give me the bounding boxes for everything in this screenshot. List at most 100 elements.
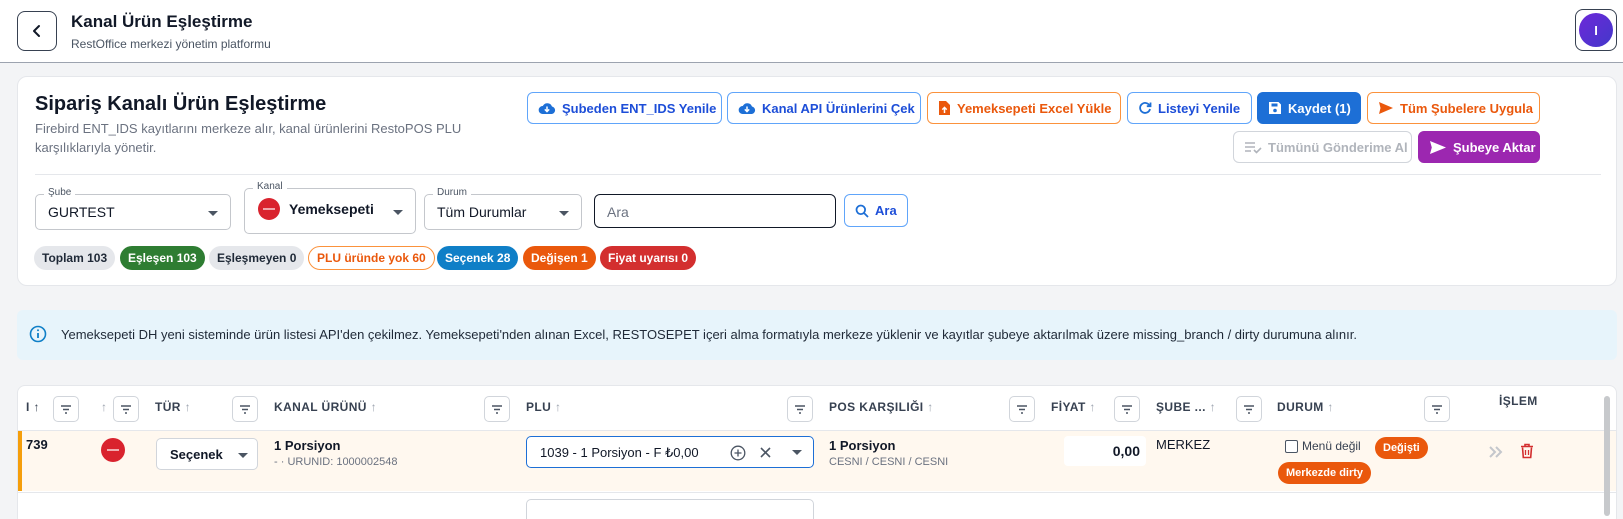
refresh-list-label: Listeyi Yenile <box>1158 100 1241 116</box>
type-select[interactable]: Seçenek <box>156 438 258 470</box>
fetch-api-products-button[interactable]: Kanal API Ürünlerini Çek <box>727 92 921 124</box>
chevron-down-icon <box>559 211 569 216</box>
mapping-card: Sipariş Kanalı Ürün Eşleştirme Firebird … <box>17 76 1617 286</box>
filter-icon <box>240 404 250 414</box>
info-icon <box>29 325 47 343</box>
col-header-type[interactable]: TÜR ↑ <box>155 400 191 414</box>
status-badge-changed: Değişti <box>1375 437 1428 459</box>
col-header-channel-product-label: KANAL ÜRÜNÜ <box>274 400 367 414</box>
filter-icon <box>492 404 502 414</box>
trash-icon[interactable] <box>1520 443 1534 459</box>
cloud-download-icon <box>738 103 756 114</box>
transfer-to-branch-button[interactable]: Şubeye Aktar <box>1418 131 1540 163</box>
channel-select-label: Kanal <box>253 181 287 192</box>
add-circle-icon[interactable] <box>730 445 746 461</box>
refresh-ent-ids-button[interactable]: Şubeden ENT_IDS Yenile <box>527 92 722 124</box>
filter-channel-product-button[interactable] <box>484 396 510 422</box>
apply-all-branches-label: Tüm Şubelere Uygula <box>1400 100 1533 116</box>
col-header-channel-product[interactable]: KANAL ÜRÜNÜ ↑ <box>274 400 377 414</box>
filter-price-button[interactable] <box>1114 396 1140 422</box>
chip-option[interactable]: Seçenek 28 <box>437 246 519 270</box>
app-title: Kanal Ürün Eşleştirme <box>71 12 253 31</box>
double-chevron-right-icon[interactable] <box>1488 445 1504 459</box>
price-input[interactable]: 0,00 <box>1064 436 1146 466</box>
menu-flag-checkbox[interactable]: Menü değil <box>1285 439 1361 453</box>
pos-match-name: 1 Porsiyon <box>829 438 896 453</box>
chip-matched[interactable]: Eşleşen 103 <box>120 246 205 270</box>
filter-pos-match-button[interactable] <box>1009 396 1035 422</box>
info-banner: Yemeksepeti DH yeni sisteminde ürün list… <box>17 310 1617 360</box>
filter-icon <box>1244 404 1254 414</box>
filter-logo-button[interactable] <box>113 396 139 422</box>
clear-icon[interactable] <box>759 446 772 459</box>
send-icon <box>1379 102 1393 114</box>
file-upload-icon <box>939 101 950 115</box>
table-row[interactable]: 739 Seçenek 1 Porsiyon - · URUNID: 10000… <box>18 431 1616 491</box>
col-header-plu-label: PLU <box>526 400 552 414</box>
channel-select[interactable]: Kanal Yemeksepeti <box>244 181 416 234</box>
chip-total[interactable]: Toplam 103 <box>34 246 116 270</box>
save-button[interactable]: Kaydet (1) <box>1257 92 1361 124</box>
chevron-down-icon[interactable] <box>792 450 802 455</box>
col-header-price-label: FİYAT <box>1051 400 1086 414</box>
search-button[interactable]: Ara <box>844 194 908 227</box>
col-header-logo[interactable]: ↑ <box>101 400 107 414</box>
chevron-down-icon <box>238 453 248 458</box>
card-divider <box>35 174 1601 175</box>
search-input[interactable]: Ara <box>594 194 836 228</box>
refresh-icon <box>1139 102 1152 114</box>
checkbox-icon <box>1285 439 1298 453</box>
filter-icon <box>795 404 805 414</box>
info-text: Yemeksepeti DH yeni sisteminde ürün list… <box>61 327 1357 342</box>
filter-icon <box>1017 404 1027 414</box>
branch-select[interactable]: Şube GURTEST <box>35 187 231 230</box>
yemeksepeti-logo-icon <box>101 438 125 462</box>
status-badge-dirty: Merkezde dirty <box>1278 462 1372 484</box>
plu-input-value: 1039 - 1 Porsiyon - F ₺0,00 <box>540 445 699 460</box>
back-button[interactable] <box>17 11 57 51</box>
col-header-status[interactable]: DURUM ↑ <box>1277 400 1334 414</box>
filter-plu-button[interactable] <box>787 396 813 422</box>
apply-all-branches-button[interactable]: Tüm Şubelere Uygula <box>1367 92 1540 124</box>
chip-changed[interactable]: Değişen 1 <box>523 246 596 270</box>
chip-plu-missing[interactable]: PLU üründe yok 60 <box>308 246 435 270</box>
search-placeholder: Ara <box>607 204 629 220</box>
plu-autocomplete[interactable]: 1039 - 1 Porsiyon - F ₺0,00 <box>526 436 814 468</box>
chevron-left-icon <box>33 25 40 37</box>
excel-upload-label: Yemeksepeti Excel Yükle <box>957 100 1112 116</box>
col-header-branch[interactable]: ŞUBE ... ↑ <box>1156 400 1216 414</box>
channel-select-value: Yemeksepeti <box>289 201 374 217</box>
filter-status-button[interactable] <box>1424 396 1450 422</box>
col-header-pos-match-label: POS KARŞILIĞI <box>829 400 924 414</box>
status-select[interactable]: Durum Tüm Durumlar <box>424 187 582 230</box>
filter-id-button[interactable] <box>53 396 79 422</box>
filter-branch-button[interactable] <box>1236 396 1262 422</box>
transfer-to-branch-label: Şubeye Aktar <box>1453 139 1536 155</box>
save-label: Kaydet (1) <box>1288 100 1351 116</box>
include-all-button[interactable]: Tümünü Gönderime Al <box>1233 131 1412 163</box>
filter-type-button[interactable] <box>232 396 258 422</box>
menu-flag-label: Menü değil <box>1302 439 1361 453</box>
table-scrollbar[interactable] <box>1604 396 1610 516</box>
plu-autocomplete[interactable] <box>526 499 814 519</box>
excel-upload-button[interactable]: Yemeksepeti Excel Yükle <box>927 92 1121 124</box>
refresh-list-button[interactable]: Listeyi Yenile <box>1127 92 1252 124</box>
status-select-label: Durum <box>433 187 472 198</box>
filter-icon <box>121 404 131 414</box>
col-header-pos-match[interactable]: POS KARŞILIĞI ↑ <box>829 400 934 414</box>
top-header: Kanal Ürün Eşleştirme RestOffice merkezi… <box>0 0 1623 63</box>
save-icon <box>1269 102 1281 114</box>
type-select-value: Seçenek <box>170 447 223 462</box>
include-all-label: Tümünü Gönderime Al <box>1268 139 1408 155</box>
col-header-id[interactable]: I ↑ <box>26 400 40 414</box>
user-menu-button[interactable]: I <box>1575 9 1617 51</box>
chip-price-warning[interactable]: Fiyat uyarısı 0 <box>600 246 697 270</box>
page-title: Sipariş Kanalı Ürün Eşleştirme <box>35 93 327 115</box>
table-row[interactable] <box>18 492 1616 519</box>
chevron-down-icon <box>208 211 218 216</box>
branch-select-label: Şube <box>44 187 76 198</box>
col-header-plu[interactable]: PLU ↑ <box>526 400 561 414</box>
chip-unmatched[interactable]: Eşleşmeyen 0 <box>209 246 305 270</box>
filter-icon <box>1122 404 1132 414</box>
col-header-price[interactable]: FİYAT ↑ <box>1051 400 1096 414</box>
